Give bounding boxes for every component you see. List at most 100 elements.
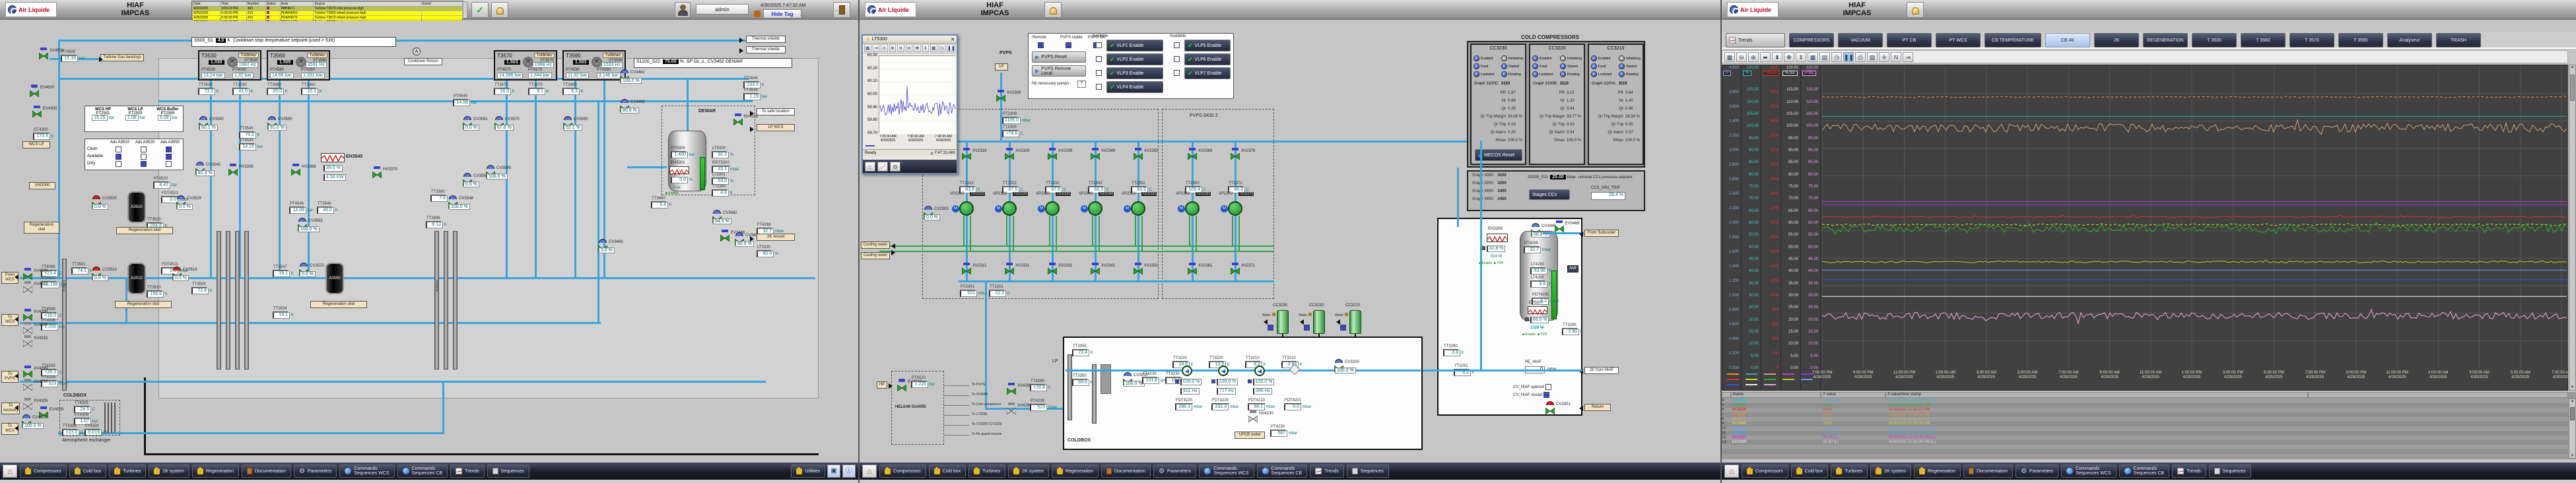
tab-2k[interactable]: 2K bbox=[2094, 33, 2139, 48]
ads-checkbox-available-1[interactable] bbox=[141, 154, 147, 160]
vacuum-pump-VP2320[interactable]: VP2320 TSH2320 M bbox=[1002, 201, 1017, 216]
valve-XV2351[interactable]: XV2351 bbox=[1133, 263, 1143, 278]
taskbar-item-commands[interactable]: CommandsSequences WCS bbox=[1199, 465, 1254, 478]
valve-CV3529[interactable]: CV35290.0 % bbox=[176, 195, 186, 212]
stages-ccs-button[interactable]: Stages CCs bbox=[1529, 189, 1570, 200]
vessel-A3550[interactable]: A3550 bbox=[325, 263, 344, 294]
taskbar-item-2k-system[interactable]: 2K system bbox=[1008, 465, 1049, 478]
taskbar-item-cold-box[interactable]: Cold box bbox=[929, 465, 966, 478]
cc-graph-link[interactable]: Graph 3100B: 3110 bbox=[1533, 82, 1569, 86]
taskbar-item-documentation[interactable]: Documentation bbox=[242, 465, 291, 478]
export-icon[interactable]: ▨ bbox=[1867, 52, 1878, 62]
vlp-available-checkbox-3[interactable] bbox=[1096, 70, 1102, 76]
tab-trash[interactable]: TRASH bbox=[2436, 33, 2481, 48]
valve-XV4296[interactable]: XV4296 bbox=[1006, 402, 1017, 418]
next-icon[interactable]: ⇥ bbox=[1903, 52, 1913, 62]
window-switch-button[interactable]: ▣ bbox=[827, 465, 840, 478]
turbines-tag[interactable]: Turbines bbox=[238, 53, 259, 58]
taskbar-item-2k-system[interactable]: 2K system bbox=[149, 465, 189, 478]
trend-legend-table[interactable]: NameY valueX value/time stamp 4 CV3482 1… bbox=[1722, 392, 2576, 459]
taskbar-item-commands[interactable]: CommandsSequences WCS bbox=[2061, 465, 2116, 478]
user-avatar[interactable] bbox=[675, 2, 691, 18]
valve-CV3462[interactable]: CV3462100.0 % bbox=[619, 69, 630, 86]
valve-XV2319[interactable]: XV2319 bbox=[961, 148, 972, 163]
valve-XV2371[interactable]: XV2371 bbox=[1230, 263, 1240, 278]
taskbar-item-commands[interactable]: CommandsSequences CB bbox=[2119, 465, 2170, 478]
close-icon[interactable]: ✕ bbox=[951, 37, 955, 42]
valve-EV4500[interactable]: EV4500 bbox=[29, 84, 40, 100]
setpoint-value[interactable]: 4.0 bbox=[216, 38, 226, 43]
alarm-row[interactable]: 4/25/20256:39:30 PM315PDAH4563Turbine T3… bbox=[193, 11, 463, 16]
turbines-tag[interactable]: Turbines bbox=[603, 53, 623, 58]
taskbar-item-commands[interactable]: CommandsSequences CB bbox=[397, 465, 448, 478]
tab-pt-wcs[interactable]: PT WCS bbox=[1936, 33, 1981, 48]
alarm-row[interactable]: 4/25/20256:39:30 PM415PDAH4573Turbine T3… bbox=[193, 16, 463, 20]
cc-graph-link[interactable]: Graph 3100C: 3110 bbox=[1474, 82, 1510, 86]
valve-EV3466[interactable]: EV3466 bbox=[720, 230, 730, 245]
vacuum-pump-VP2340[interactable]: VP2340 TSH2340 M bbox=[1088, 201, 1102, 216]
alarm-row[interactable]: 4/20/20253:06:03 PM400PAH4571Turbine T35… bbox=[193, 7, 463, 11]
alarm-summary-table[interactable]: DateTimeNumberStatusAreaSourceEvent4/20/… bbox=[191, 1, 463, 19]
taskbar-item-documentation[interactable]: Documentation bbox=[1101, 465, 1151, 478]
valve-CV3595[interactable]: CV35950.0 % bbox=[462, 173, 473, 189]
taskbar-item-commands[interactable]: CommandsSequences CB bbox=[1257, 465, 1308, 478]
ads-checkbox-clean-0[interactable] bbox=[116, 146, 121, 152]
taskbar-item-compressors[interactable]: Compressors bbox=[879, 465, 926, 478]
valve-CV3590[interactable]: CV359052.1 % bbox=[562, 116, 573, 133]
valve-XV2349[interactable]: XV2349 bbox=[1090, 148, 1101, 163]
vessel-A3520[interactable]: A3520 bbox=[127, 191, 146, 223]
taskbar-item-commands[interactable]: CommandsSequences WCS bbox=[339, 465, 394, 478]
ads-checkbox-clean-2[interactable] bbox=[166, 146, 172, 152]
taskbar-item-parameters[interactable]: ⚙Parameters bbox=[1153, 465, 1196, 478]
ads-checkbox-available-0[interactable] bbox=[116, 154, 121, 160]
vlp-available-checkbox-1[interactable] bbox=[1096, 42, 1102, 48]
legend-row-st3530[interactable]: 6 ST3530 2003 4/29/2025 12:53:19 PM bbox=[1722, 408, 2568, 412]
y-axis-speed[interactable] bbox=[1761, 65, 1781, 391]
valve-CV3301[interactable]: CV3301 bbox=[1545, 401, 1555, 418]
turbines-tag[interactable]: Turbines bbox=[534, 53, 555, 58]
grid-icon[interactable]: ▦ bbox=[930, 44, 937, 52]
taskbar-home-button[interactable]: ⌂ bbox=[3, 465, 17, 478]
silence-horn-button[interactable] bbox=[1907, 2, 1924, 18]
vlp5-enable-button[interactable]: ✔VLP5 Enable bbox=[1184, 40, 1231, 51]
valve-CV3523[interactable]: CV35230.0 % bbox=[298, 263, 309, 279]
cold-compressor-machine-CC3220[interactable] bbox=[1313, 310, 1325, 334]
tab-t-3570[interactable]: T 3570 bbox=[2289, 33, 2334, 48]
turbine-T3560[interactable]: T3560 Turbines 1.505 ✕ ST35603591 Hz PT4… bbox=[267, 50, 330, 80]
valve-CV3555[interactable]: CV3555100.0 % bbox=[297, 218, 308, 234]
taskbar-item-compressors[interactable]: Compressors bbox=[1742, 465, 1788, 478]
chart-vertical-scrollbar[interactable]: ▲▼ bbox=[2569, 65, 2576, 391]
taskbar-item-parameters[interactable]: ⚙Parameters bbox=[2016, 465, 2058, 478]
gear-icon[interactable]: ⚙ bbox=[890, 162, 900, 172]
valve-XV4305[interactable]: XV4305 bbox=[22, 398, 33, 413]
tab-t-3530[interactable]: T 3530 bbox=[2192, 33, 2237, 48]
turbines-tag[interactable]: Turbines bbox=[307, 53, 327, 58]
ads-checkbox-dirty-0[interactable] bbox=[116, 161, 121, 167]
cc-graph-row[interactable]: Graph 3200: 3200 bbox=[1472, 181, 1507, 185]
taskbar-item-parameters[interactable]: ⚙Parameters bbox=[294, 465, 337, 478]
taskbar-item-trends[interactable]: Trends bbox=[450, 465, 485, 478]
skip-icon[interactable]: ⇥ bbox=[873, 44, 880, 52]
vacuum-pump-VP2330[interactable]: VP2330 TSH2330 M bbox=[1045, 201, 1060, 216]
taskbar-item-sequences[interactable]: Sequences bbox=[2209, 465, 2251, 478]
silence-horn-button[interactable] bbox=[491, 2, 508, 18]
legend-row-eh3287[interactable]: 12 EH3287 66.20 [L] 4/29/2025 12:53:06 P… bbox=[1722, 435, 2568, 440]
valve-CV3492[interactable]: CV349280.9 % bbox=[619, 99, 630, 115]
turbine-T3590[interactable]: T3590 Turbines 1.503 ✕ ST35901533 Hz PT4… bbox=[562, 50, 626, 80]
taskbar-item-sequences[interactable]: Sequences bbox=[487, 465, 529, 478]
taskbar-item-cold-box[interactable]: Cold box bbox=[1791, 465, 1829, 478]
cc-graph-row[interactable]: Graph 3000: 3020 bbox=[1472, 174, 1507, 177]
tab-t-3590[interactable]: T 3590 bbox=[2338, 33, 2383, 48]
taskbar-item-sequences[interactable]: Sequences bbox=[1347, 465, 1389, 478]
legend-row-st3560[interactable]: 7 ST3560 3590 4/29/2025 12:52:51 PM bbox=[1722, 412, 2568, 417]
taskbar-item-trends[interactable]: Trends bbox=[2172, 465, 2206, 478]
valve-XV2359[interactable]: XV2359 bbox=[1133, 148, 1143, 163]
pause-icon[interactable]: ❚❚ bbox=[1843, 52, 1854, 62]
pause-icon[interactable]: ❚❚ bbox=[947, 44, 955, 52]
y-axis-p[interactable] bbox=[1722, 65, 1742, 391]
taskbar-item-regeneration[interactable]: Regeneration bbox=[192, 465, 239, 478]
nb-pumps-field[interactable]: 7 bbox=[1077, 80, 1086, 88]
valve-XV2379[interactable]: XV2379 bbox=[1230, 148, 1240, 163]
valve-CV3466[interactable]: CV346690.9 % bbox=[734, 232, 745, 249]
valve-XV4501[interactable]: XV4501 bbox=[22, 281, 33, 296]
